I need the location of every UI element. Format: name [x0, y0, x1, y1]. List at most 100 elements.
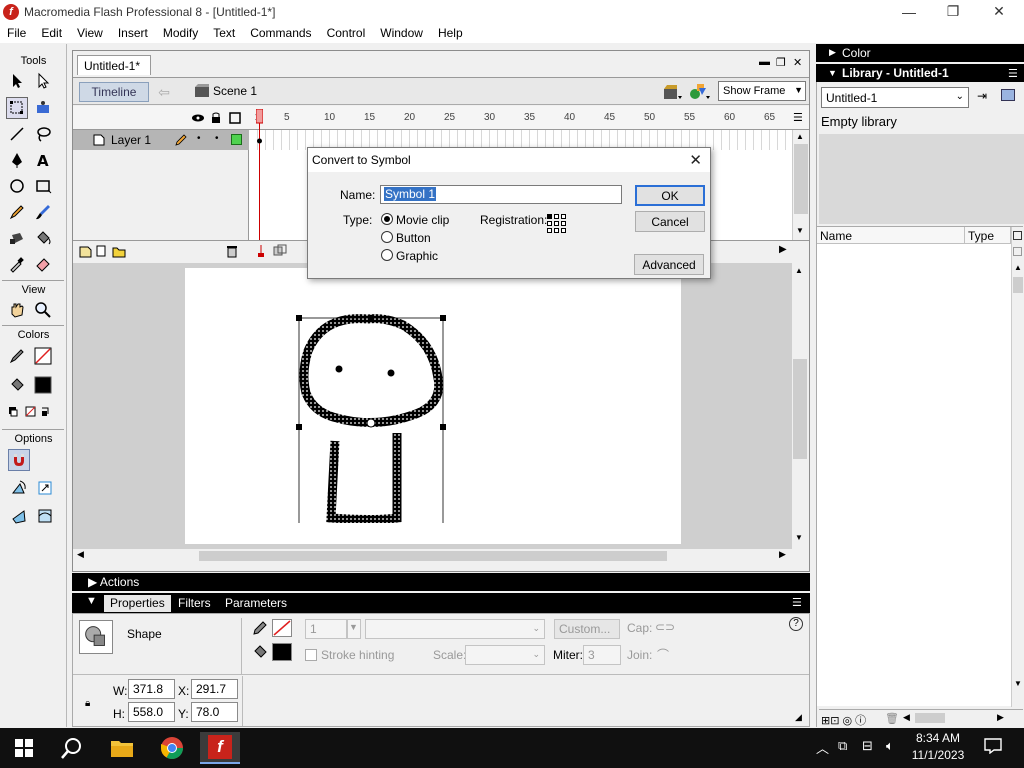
document-tab[interactable]: Untitled-1*	[77, 55, 151, 75]
menu-edit[interactable]: Edit	[34, 26, 70, 40]
maximize-button[interactable]: ❐	[930, 0, 976, 23]
timeline-scroll-right-icon[interactable]: ▶	[779, 244, 787, 255]
dialog-close-icon[interactable]: ✕	[689, 151, 702, 169]
symbol-name-input[interactable]: Symbol 1	[380, 185, 622, 204]
stick-figure-drawing[interactable]	[293, 293, 453, 523]
miter-input[interactable]: 3	[583, 645, 621, 665]
add-layer-icons[interactable]	[79, 244, 135, 258]
stroke-height-dropdown[interactable]: ▼	[347, 619, 361, 639]
menu-control[interactable]: Control	[320, 26, 374, 40]
y-input[interactable]: 78.0	[191, 702, 238, 722]
timeline-button[interactable]: Timeline	[79, 82, 149, 102]
free-transform-tool-icon[interactable]	[6, 97, 28, 119]
button-type-label[interactable]: Button	[396, 231, 431, 245]
layer-toggles-icons[interactable]	[191, 112, 249, 124]
hand-tool-icon[interactable]	[6, 299, 28, 321]
zoom-select[interactable]: Show Frame ▼	[718, 81, 806, 101]
flash-taskbar-icon[interactable]: f	[200, 732, 240, 764]
library-item-list[interactable]: Name Type ▲ ▼	[817, 226, 1023, 707]
color-swap-controls[interactable]	[6, 401, 62, 423]
minimize-button[interactable]: —	[886, 0, 932, 23]
library-vertical-scrollbar[interactable]: ▲ ▼	[1011, 227, 1023, 707]
library-document-select[interactable]: Untitled-1 ⌄	[821, 87, 969, 108]
snap-to-objects-icon[interactable]	[8, 449, 30, 471]
brush-tool-icon[interactable]	[32, 201, 54, 223]
menu-commands[interactable]: Commands	[243, 26, 319, 40]
menu-window[interactable]: Window	[373, 26, 431, 40]
zoom-tool-icon[interactable]	[32, 299, 54, 321]
edit-scene-icon[interactable]	[663, 83, 683, 101]
join-icon[interactable]: ⌒	[657, 646, 669, 663]
file-explorer-icon[interactable]	[102, 732, 142, 764]
pin-library-icon[interactable]: ⇥	[977, 89, 987, 103]
radio-movie-clip[interactable]	[381, 213, 393, 225]
onion-skin-icons[interactable]	[257, 244, 305, 258]
x-input[interactable]: 291.7	[191, 679, 238, 699]
menu-file[interactable]: File	[0, 26, 34, 40]
layer-row[interactable]: Layer 1 • •	[73, 130, 249, 150]
windows-start-icon[interactable]	[4, 732, 44, 764]
scale-select[interactable]: ⌄	[465, 645, 545, 665]
help-icon[interactable]: ?	[789, 617, 803, 631]
stage-horizontal-scrollbar[interactable]: ◀ ▶	[73, 549, 792, 563]
fill-color-swatch[interactable]	[32, 374, 54, 396]
tab-properties[interactable]: Properties	[104, 595, 171, 612]
eyedropper-tool-icon[interactable]	[6, 253, 28, 275]
envelope-icon[interactable]	[34, 505, 56, 527]
doc-minimize-icon[interactable]: ▬	[759, 56, 770, 68]
graphic-type-label[interactable]: Graphic	[396, 249, 438, 263]
playhead[interactable]	[256, 109, 263, 254]
stroke-height-input[interactable]: 1	[305, 619, 347, 639]
notifications-icon[interactable]	[984, 738, 1002, 757]
network-icon[interactable]: ⧉	[838, 738, 847, 754]
distort-icon[interactable]	[8, 505, 30, 527]
ink-bottle-tool-icon[interactable]	[6, 227, 28, 249]
custom-button[interactable]: Custom...	[554, 619, 620, 639]
doc-restore-icon[interactable]: ❐	[776, 56, 786, 69]
ok-button[interactable]: OK	[635, 185, 705, 206]
color-panel-header[interactable]: Color	[816, 44, 1024, 62]
close-button[interactable]: ✕	[976, 0, 1022, 23]
resize-handle-icon[interactable]: ◢	[795, 712, 802, 723]
network-status-icon[interactable]: ⊟	[862, 738, 873, 754]
menu-help[interactable]: Help	[431, 26, 471, 40]
timeline-menu-icon[interactable]: ☰	[793, 111, 803, 124]
library-panel-header[interactable]: Library - Untitled-1	[816, 64, 1024, 82]
collapse-arrow-icon[interactable]: ▼	[86, 595, 97, 607]
edit-symbols-icon[interactable]	[689, 82, 711, 101]
pencil-tool-icon[interactable]	[6, 201, 28, 223]
movie-clip-label[interactable]: Movie clip	[396, 213, 449, 227]
search-icon[interactable]	[52, 732, 92, 764]
text-tool-icon[interactable]: A	[32, 149, 54, 171]
menu-insert[interactable]: Insert	[111, 26, 156, 40]
scale-icon[interactable]	[34, 477, 56, 499]
timeline-vertical-scrollbar[interactable]: ▲ ▼	[792, 130, 809, 240]
oval-tool-icon[interactable]	[6, 175, 28, 197]
taskbar-clock[interactable]: 8:34 AM 11/1/2023	[905, 730, 971, 764]
height-input[interactable]: 558.0	[128, 702, 175, 722]
subselection-tool-icon[interactable]	[32, 70, 54, 92]
tab-parameters[interactable]: Parameters	[219, 595, 293, 612]
stroke-style-select[interactable]: ⌄	[365, 619, 545, 639]
rectangle-tool-icon[interactable]	[32, 175, 54, 197]
width-input[interactable]: 371.8	[128, 679, 175, 699]
back-arrow-icon[interactable]: ⇦	[153, 82, 175, 102]
line-tool-icon[interactable]	[6, 123, 28, 145]
library-options-icon[interactable]: ☰	[1008, 67, 1018, 80]
lock-dot-icon[interactable]: •	[215, 133, 219, 144]
fill-color-button[interactable]	[272, 643, 292, 661]
column-type[interactable]: Type	[965, 227, 1011, 244]
library-delete-icon[interactable]: 🗑︎	[885, 712, 899, 725]
new-library-panel-icon[interactable]	[1001, 89, 1015, 101]
cancel-button[interactable]: Cancel	[635, 211, 705, 232]
trash-icon[interactable]	[225, 244, 239, 258]
stroke-color-icon[interactable]	[6, 345, 28, 367]
stroke-color-button[interactable]	[272, 619, 292, 637]
column-name[interactable]: Name	[817, 227, 965, 244]
chrome-icon[interactable]	[152, 732, 192, 764]
registration-grid[interactable]	[547, 214, 567, 234]
menu-view[interactable]: View	[70, 26, 111, 40]
show-hidden-icons-chevron-icon[interactable]: ︿	[816, 738, 829, 757]
tab-filters[interactable]: Filters	[172, 595, 217, 612]
visibility-dot-icon[interactable]: •	[197, 133, 201, 144]
